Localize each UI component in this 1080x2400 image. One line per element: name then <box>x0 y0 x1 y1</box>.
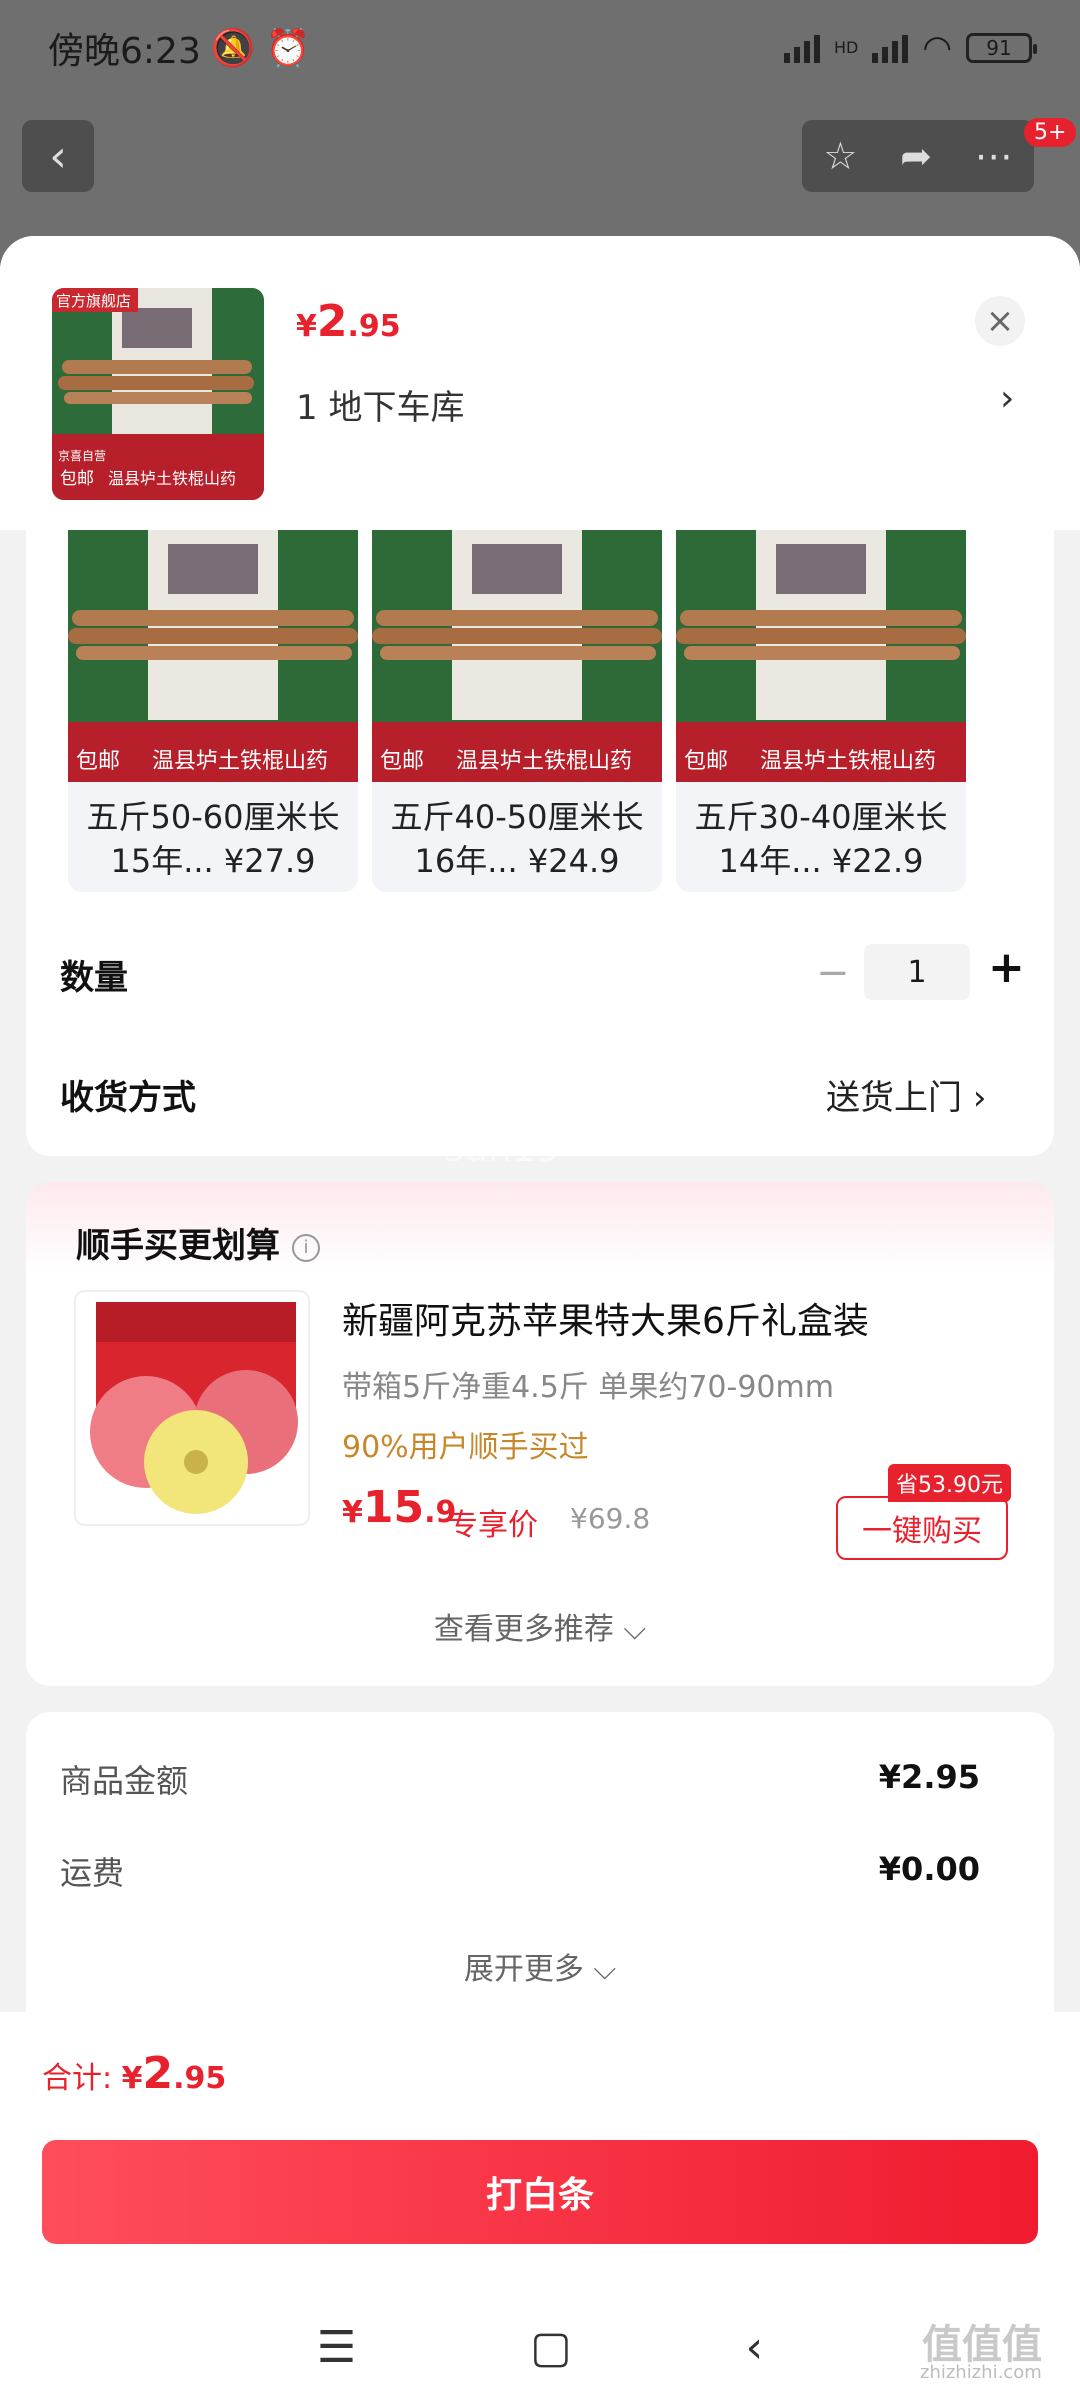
promo-tag: 京喜自营 <box>58 449 106 463</box>
network-label: HD <box>833 38 859 57</box>
spec-shipping-tag: 包邮 <box>684 749 728 774</box>
back-icon[interactable]: ‹ <box>745 2322 763 2373</box>
status-bar: 傍晚6:23 🔕 ⏰ HD ◠ 91 <box>0 0 1080 95</box>
recommend-item-subtitle: 带箱5斤净重4.5斤 单果约70-90mm <box>342 1370 834 1405</box>
menu-icon[interactable]: ☰ <box>317 2322 356 2373</box>
spec-price: 16年... ¥24.9 <box>414 842 620 880</box>
recommend-item-note: 90%用户顺手买过 <box>342 1430 589 1465</box>
alarm-icon: ⏰ <box>265 27 311 69</box>
spec-label: 五斤40-50厘米长 <box>390 798 644 836</box>
selected-price: ¥2.95 <box>296 296 401 347</box>
spec-option-3[interactable]: 包邮 温县垆土铁棍山药 五斤30-40厘米长 14年... ¥22.9 <box>676 530 966 892</box>
recommend-price: ¥15.9 <box>342 1482 457 1533</box>
goods-amount-label: 商品金额 <box>60 1762 189 1800</box>
recommend-title: 顺手买更划算 i <box>76 1218 320 1267</box>
signal-icon <box>783 33 820 63</box>
store-tag: 官方旗舰店 <box>56 292 131 310</box>
more-recommendations-link[interactable]: 查看更多推荐 ⌵ <box>26 1604 1054 1648</box>
product-banner: 温县垆土铁棍山药 <box>108 469 236 488</box>
expand-more-link[interactable]: 展开更多 ⌵ <box>26 1944 1054 1988</box>
total-price: 合计: ¥2.95 <box>42 2048 227 2099</box>
savings-badge: 省53.90元 <box>888 1464 1011 1502</box>
quantity-decrease-button[interactable]: − <box>816 950 850 996</box>
pay-button[interactable]: 打白条 <box>42 2140 1038 2244</box>
info-icon[interactable]: i <box>292 1233 320 1262</box>
delivery-method-label: 收货方式 <box>60 1078 196 1118</box>
delivery-method-value[interactable]: 送货上门 › <box>826 1070 986 1119</box>
star-icon[interactable]: ☆ <box>823 134 857 178</box>
recommend-card: 顺手买更划算 i 新疆阿克苏苹果特大果6斤礼盒装 带箱5斤净重4.5斤 单果约70… <box>26 1182 1054 1686</box>
signal-icon-2 <box>872 33 909 63</box>
back-button[interactable]: ‹ <box>22 120 94 192</box>
shipping-fee-value: ¥0.00 <box>878 1850 980 1888</box>
spec-banner: 温县垆土铁棍山药 <box>760 749 936 774</box>
recommend-item-title[interactable]: 新疆阿克苏苹果特大果6斤礼盒装 <box>342 1292 869 1344</box>
message-badge: 5+ <box>1024 118 1077 147</box>
shipping-fee-label: 运费 <box>60 1854 125 1892</box>
status-time: 傍晚6:23 🔕 ⏰ <box>48 27 311 72</box>
options-card: 包邮 温县垆土铁棍山药 五斤50-60厘米长 15年... ¥27.9 包邮 温… <box>26 530 1054 1156</box>
close-icon: × <box>985 301 1015 341</box>
sheet-header: 官方旗舰店 京喜自营 包邮 温县垆土铁棍山药 ¥2.95 1 地下车库 › × <box>0 236 1080 530</box>
purchase-sheet: 官方旗舰店 京喜自营 包邮 温县垆土铁棍山药 ¥2.95 1 地下车库 › × <box>0 236 1080 2400</box>
spec-label: 五斤50-60厘米长 <box>86 798 340 836</box>
quantity-label: 数量 <box>60 958 128 998</box>
goods-amount-value: ¥2.95 <box>878 1758 980 1796</box>
spec-banner: 温县垆土铁棍山药 <box>152 749 328 774</box>
spec-label: 五斤30-40厘米长 <box>694 798 948 836</box>
spec-banner: 温县垆土铁棍山药 <box>456 749 632 774</box>
chevron-right-icon[interactable]: › <box>1000 378 1014 419</box>
nav-actions: ☆ ➦ ⋯ <box>802 120 1034 192</box>
spec-option-1[interactable]: 包邮 温县垆土铁棍山药 五斤50-60厘米长 15年... ¥27.9 <box>68 530 358 892</box>
mute-bell-icon: 🔕 <box>210 27 256 69</box>
spec-option-2[interactable]: 包邮 温县垆土铁棍山药 五斤40-50厘米长 16年... ¥24.9 <box>372 530 662 892</box>
chevron-right-icon: › <box>972 1078 987 1118</box>
system-nav-bar: ☰ ▢ ‹ <box>0 2302 1080 2392</box>
delivery-address[interactable]: 1 地下车库 <box>296 380 464 429</box>
user-watermark: sun19 <box>444 1126 561 1170</box>
exclusive-price-tag: 专享价 <box>448 1508 538 1543</box>
original-price: ¥69.8 <box>570 1502 651 1535</box>
product-thumbnail: 官方旗舰店 京喜自营 包邮 温县垆土铁棍山药 <box>52 288 264 500</box>
spec-price: 14年... ¥22.9 <box>718 842 924 880</box>
share-icon[interactable]: ➦ <box>900 134 932 178</box>
wifi-icon: ◠ <box>922 27 952 68</box>
quantity-input[interactable]: 1 <box>864 944 970 1000</box>
spec-shipping-tag: 包邮 <box>380 749 424 774</box>
recommend-product-image[interactable] <box>74 1290 310 1526</box>
one-click-buy-button[interactable]: 一键购买 <box>836 1496 1008 1560</box>
close-button[interactable]: × <box>975 296 1025 346</box>
more-icon[interactable]: ⋯ <box>975 134 1013 178</box>
quantity-increase-button[interactable]: + <box>988 942 1025 993</box>
spec-shipping-tag: 包邮 <box>76 749 120 774</box>
checkout-bar: 合计: ¥2.95 打白条 ☰ ▢ ‹ 值值值 zhizhizhi.com <box>0 2012 1080 2400</box>
spec-price: 15年... ¥27.9 <box>110 842 316 880</box>
battery-icon: 91 <box>966 32 1037 63</box>
home-icon[interactable]: ▢ <box>530 2322 572 2373</box>
price-summary-card: 商品金额 ¥2.95 运费 ¥0.00 展开更多 ⌵ <box>26 1712 1054 2012</box>
site-watermark-url: zhizhizhi.com <box>920 2362 1042 2383</box>
shipping-tag: 包邮 <box>60 469 94 489</box>
